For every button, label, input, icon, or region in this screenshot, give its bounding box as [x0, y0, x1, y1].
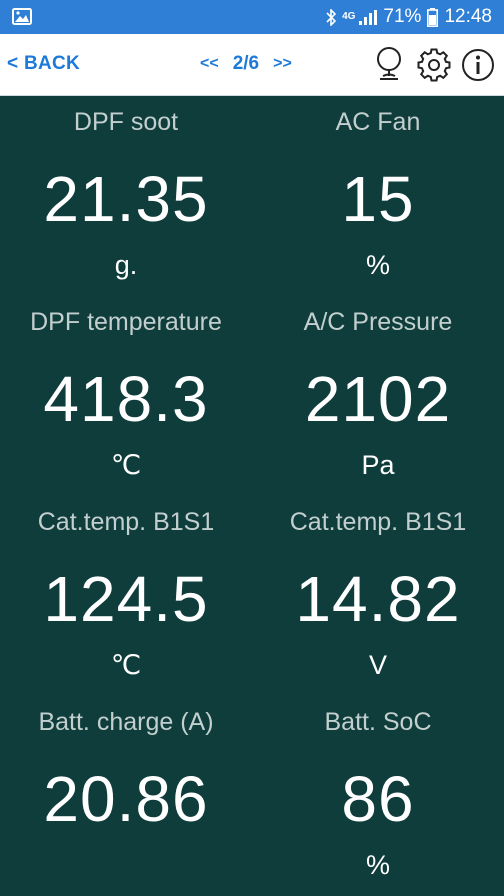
status-bar: 4G 71% 12:48 [0, 0, 504, 34]
gear-icon[interactable] [417, 48, 451, 82]
bluetooth-icon [326, 8, 337, 26]
gauge-label: Batt. charge (A) [38, 708, 214, 736]
gauge-unit: Pa [361, 450, 395, 480]
network-type: 4G [342, 11, 356, 22]
gauge-tile[interactable]: Cat.temp. B1S1 14.82 V [252, 496, 504, 696]
gauge-label: AC Fan [335, 108, 421, 136]
page-navigator: << 2/6 >> [200, 53, 292, 75]
gauge-unit: ℃ [110, 650, 142, 680]
gauge-value: 2102 [304, 363, 452, 435]
gauge-tile[interactable]: DPF temperature 418.3 ℃ [0, 296, 252, 496]
signal-icon [359, 9, 378, 25]
gauge-tile[interactable]: DPF soot 21.35 g. [0, 96, 252, 296]
clock: 12:48 [444, 6, 492, 27]
gauge-label: DPF temperature [30, 308, 222, 336]
gauge-unit: ℃ [110, 450, 142, 480]
previous-page-button[interactable]: << [200, 53, 219, 75]
battery-icon [427, 7, 439, 27]
gauge-grid: DPF soot 21.35 g. AC Fan 15 % DPF temper… [0, 96, 504, 896]
gauge-unit: % [365, 250, 390, 280]
gauge-value: 86 [341, 763, 415, 835]
gauge-label: Cat.temp. B1S1 [37, 508, 215, 536]
gauge-value: 20.86 [43, 763, 209, 835]
gauge-label: DPF soot [73, 108, 179, 136]
next-page-button[interactable]: >> [273, 53, 292, 75]
gauge-value: 21.35 [43, 163, 209, 235]
gauge-tile[interactable]: Cat.temp. B1S1 124.5 ℃ [0, 496, 252, 696]
gauge-unit: % [365, 850, 390, 880]
gallery-notification-icon [12, 8, 32, 25]
back-button[interactable]: < BACK [7, 53, 80, 75]
gauge-unit: g. [114, 250, 138, 280]
toolbar: < BACK << 2/6 >> [0, 34, 504, 96]
dashboard-gauge-icon[interactable] [374, 46, 404, 82]
gauge-label: Cat.temp. B1S1 [289, 508, 467, 536]
gauge-tile[interactable]: AC Fan 15 % [252, 96, 504, 296]
page-indicator: 2/6 [232, 53, 260, 74]
gauge-label: Batt. SoC [324, 708, 432, 736]
gauge-value: 124.5 [43, 563, 209, 635]
gauge-value: 418.3 [43, 363, 209, 435]
gauge-value: 14.82 [295, 563, 461, 635]
info-icon[interactable] [461, 48, 495, 82]
battery-percent: 71% [383, 6, 422, 27]
gauge-tile[interactable]: Batt. SoC 86 % [252, 696, 504, 896]
gauge-tile[interactable]: Batt. charge (A) 20.86 [0, 696, 252, 896]
gauge-value: 15 [341, 163, 415, 235]
gauge-label: A/C Pressure [303, 308, 453, 336]
gauge-tile[interactable]: A/C Pressure 2102 Pa [252, 296, 504, 496]
gauge-unit: V [368, 650, 387, 680]
